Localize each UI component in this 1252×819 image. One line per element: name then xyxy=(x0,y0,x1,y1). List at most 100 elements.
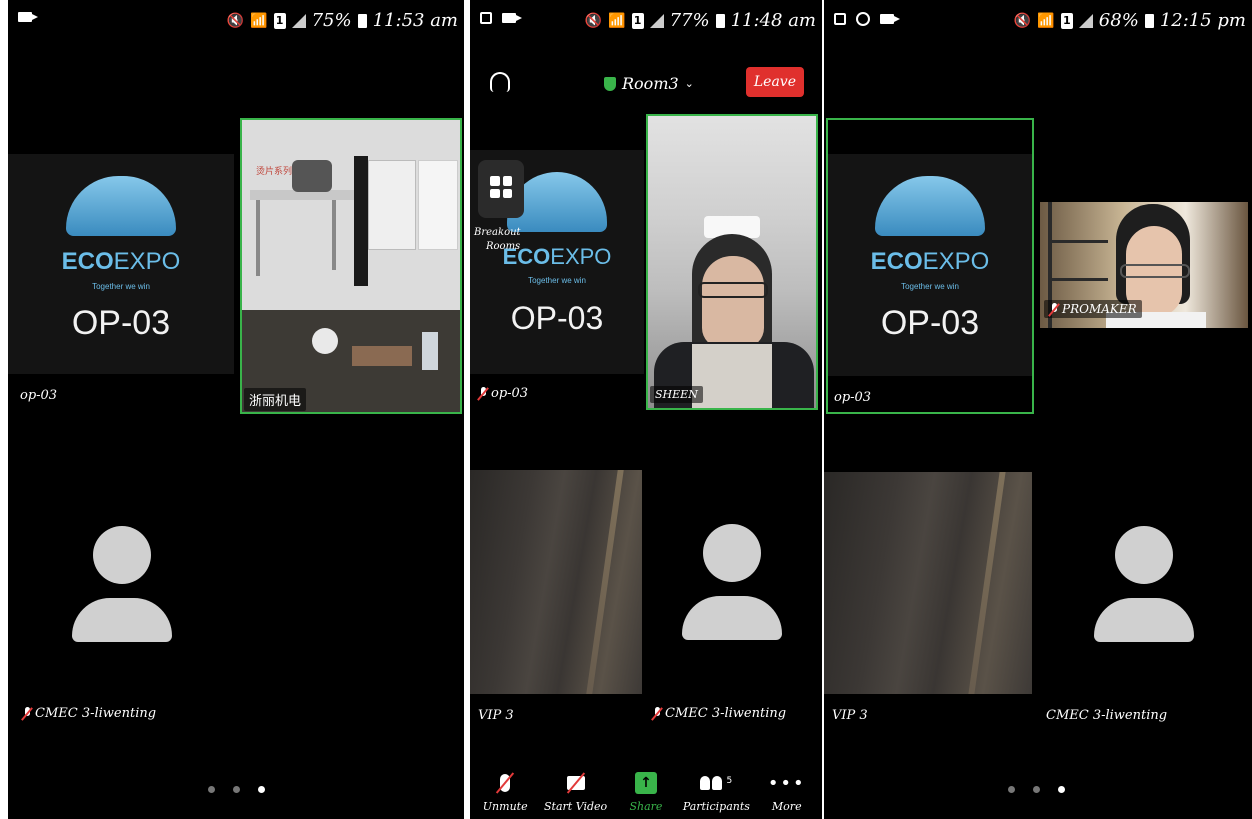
wifi-icon: 📶 xyxy=(1037,12,1055,29)
video-tile-cmec[interactable]: CMEC 3-liwenting xyxy=(1040,472,1250,730)
mute-icon: 🔇 xyxy=(226,12,245,29)
meeting-top-bar: Room3 ⌄ Leave xyxy=(470,58,822,108)
mute-icon: 🔇 xyxy=(584,12,603,29)
start-video-label: Start Video xyxy=(544,800,608,813)
eco-tagline: Together we win xyxy=(901,282,959,291)
participant-name: CMEC 3-liwenting xyxy=(665,706,787,721)
share-button[interactable]: ↑ Share xyxy=(612,770,680,813)
meeting-toolbar: Unmute Start Video ↑ Share 5 Participant… xyxy=(470,755,822,819)
page-indicator xyxy=(1008,786,1065,793)
unmute-label: Unmute xyxy=(482,800,528,813)
breakout-rooms-button[interactable] xyxy=(478,160,524,218)
breakout-label: Breakout xyxy=(474,227,521,238)
video-tile-cmec[interactable]: CMEC 3-liwenting xyxy=(646,470,820,730)
shield-icon xyxy=(604,76,616,91)
ecoexpo-logo: ECOEXPO Together we win OP-03 xyxy=(8,154,234,374)
globe-icon xyxy=(875,176,985,236)
mic-off-icon xyxy=(500,774,511,792)
video-tile-promaker[interactable]: PROMAKER xyxy=(1040,202,1248,328)
image-icon xyxy=(834,13,846,25)
globe-icon xyxy=(66,176,176,236)
status-bar: 🔇 📶 1 75% 11:53 am xyxy=(8,0,464,42)
mic-off-icon xyxy=(652,707,662,720)
battery-percent: 75% xyxy=(311,10,352,31)
camera-feed xyxy=(648,116,816,408)
wifi-icon: 📶 xyxy=(608,12,626,29)
eco-code: OP-03 xyxy=(71,304,171,342)
share-arrow-icon: ↑ xyxy=(634,772,657,794)
more-dots-icon: ••• xyxy=(767,772,806,794)
shared-screen-image: 烫片系列 xyxy=(242,120,460,310)
photo-caption: 烫片系列 xyxy=(256,167,293,177)
signal-icon xyxy=(291,13,306,28)
participants-button[interactable]: 5 Participants xyxy=(682,770,750,813)
unmute-button[interactable]: Unmute xyxy=(471,770,539,813)
clock: 11:53 am xyxy=(372,10,458,31)
clock: 12:15 pm xyxy=(1159,10,1246,31)
video-tile-op03[interactable]: ECOEXPO Together we win OP-03 op-03 xyxy=(470,114,644,410)
eco-tagline: Together we win xyxy=(92,282,150,291)
sim-icon: 1 xyxy=(631,12,644,29)
page-dot[interactable] xyxy=(208,786,215,793)
image-icon xyxy=(480,12,492,24)
participant-name: CMEC 3-liwenting xyxy=(1046,708,1168,723)
participant-name: PROMAKER xyxy=(1062,302,1137,316)
participant-name: 浙丽机电 xyxy=(244,388,307,411)
video-tile-sheen[interactable]: SHEEN xyxy=(646,114,818,410)
leave-button[interactable]: Leave xyxy=(745,67,804,97)
more-label: More xyxy=(771,800,802,813)
battery-icon xyxy=(715,13,725,28)
participant-name: op-03 xyxy=(20,388,58,403)
page-dot[interactable] xyxy=(233,786,240,793)
more-button[interactable]: ••• More xyxy=(753,770,821,814)
battery-percent: 77% xyxy=(669,10,710,31)
participant-name: VIP 3 xyxy=(478,708,514,723)
video-tile-vip3[interactable]: VIP 3 xyxy=(824,472,1034,730)
clock: 11:48 am xyxy=(730,10,816,31)
screen-2: 🔇 📶 1 77% 11:48 am Room3 ⌄ Leave ECOEXPO… xyxy=(470,0,822,819)
brand-right: EXPO xyxy=(113,248,181,275)
camera-feed xyxy=(824,472,1032,694)
participant-name: CMEC 3-liwenting xyxy=(35,706,157,721)
whatsapp-icon xyxy=(856,12,870,26)
grid-icon xyxy=(490,176,512,198)
share-label: Share xyxy=(629,800,663,813)
avatar-placeholder xyxy=(1094,526,1194,642)
participants-count: 5 xyxy=(726,776,733,786)
video-tile-op03[interactable]: ECOEXPO Together we win OP-03 op-03 xyxy=(8,118,236,410)
video-tile-op03[interactable]: ECOEXPO Together we win OP-03 op-03 xyxy=(826,118,1034,414)
brand-right: EXPO xyxy=(550,244,612,269)
start-video-button[interactable]: Start Video xyxy=(542,770,610,813)
page-dot-active[interactable] xyxy=(1058,786,1065,793)
page-dot[interactable] xyxy=(1008,786,1015,793)
room-name: Room3 xyxy=(622,74,679,93)
participant-name: VIP 3 xyxy=(832,708,868,723)
participant-name: op-03 xyxy=(834,390,872,405)
battery-icon xyxy=(357,13,367,28)
mute-icon: 🔇 xyxy=(1013,12,1032,29)
participants-icon: 5 xyxy=(700,776,732,790)
brand-left: ECO xyxy=(870,248,923,275)
video-tile-vip3[interactable]: VIP 3 xyxy=(470,470,644,730)
status-bar: 🔇 📶 1 77% 11:48 am xyxy=(470,0,822,42)
room-selector[interactable]: Room3 ⌄ xyxy=(604,74,694,93)
screen-3: 🔇 📶 1 68% 12:15 pm ECOEXPO Together we w… xyxy=(824,0,1252,819)
signal-icon xyxy=(1078,13,1093,28)
avatar-placeholder xyxy=(682,524,782,640)
video-tile-cmec[interactable]: CMEC 3-liwenting xyxy=(8,418,236,736)
status-bar: 🔇 📶 1 68% 12:15 pm xyxy=(824,0,1252,42)
camera-icon xyxy=(18,12,38,22)
video-tile-zheli[interactable]: 烫片系列 浙丽机电 xyxy=(240,118,462,414)
brand-right: EXPO xyxy=(922,248,990,275)
participant-name: op-03 xyxy=(491,386,529,401)
page-dot-active[interactable] xyxy=(258,786,265,793)
participant-name: SHEEN xyxy=(650,386,703,403)
mic-off-icon xyxy=(22,707,32,720)
video-off-icon xyxy=(566,776,585,790)
page-dot[interactable] xyxy=(1033,786,1040,793)
battery-icon xyxy=(1144,13,1154,28)
wifi-icon: 📶 xyxy=(250,12,268,29)
screen-1: 🔇 📶 1 75% 11:53 am ECOEXPO Together we w… xyxy=(8,0,464,819)
page-indicator xyxy=(208,786,265,793)
headset-icon[interactable] xyxy=(490,72,510,92)
